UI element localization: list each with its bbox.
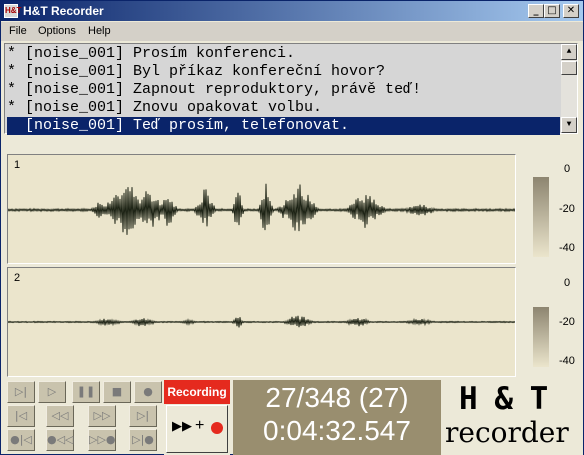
pause-button[interactable]: ❚❚ bbox=[72, 381, 100, 403]
fast-forward-icon: ▶▶ bbox=[172, 419, 192, 434]
record-button[interactable]: ● bbox=[134, 381, 162, 403]
next-and-record-button[interactable]: ▶▶ + bbox=[166, 405, 228, 453]
record-dot-icon bbox=[211, 422, 223, 434]
list-item[interactable]: * [noise_001] Zapnout reproduktory, práv… bbox=[7, 81, 560, 99]
skip-first-icon: |◁ bbox=[14, 409, 28, 422]
position-counter: 27/348 (27) 0:04:32.547 bbox=[233, 380, 441, 455]
db-label: 0 bbox=[564, 163, 571, 175]
logo-ht: H & T bbox=[459, 381, 548, 417]
db-label: 0 bbox=[564, 277, 571, 289]
play-all-icon: ▷| bbox=[14, 385, 28, 398]
db-label: -40 bbox=[559, 355, 575, 367]
list-item-selected[interactable]: [noise_001] Teď prosím, telefonovat. bbox=[7, 117, 560, 135]
waveform-2-graphic bbox=[8, 315, 515, 328]
waveform-channel-2[interactable]: 2 bbox=[7, 267, 516, 377]
first-button[interactable]: |◁ bbox=[7, 405, 35, 427]
play-all-button[interactable]: ▷| bbox=[7, 381, 35, 403]
scroll-thumb[interactable] bbox=[561, 61, 577, 75]
app-window: H&T H&T Recorder _ □ ✕ File Options Help… bbox=[0, 0, 584, 455]
next-marked-button[interactable]: ▷|● bbox=[129, 429, 157, 451]
waveform-channel-1[interactable]: 1 bbox=[7, 154, 516, 264]
marked-forward-icon: ▷▷● bbox=[89, 433, 116, 446]
db-label: -40 bbox=[559, 242, 575, 254]
level-meter-1 bbox=[533, 177, 549, 257]
waveform-1-graphic bbox=[8, 183, 515, 235]
scroll-up-arrow-icon[interactable]: ▲ bbox=[561, 44, 577, 60]
play-icon: ▷ bbox=[47, 385, 57, 398]
menu-file[interactable]: File bbox=[9, 25, 27, 37]
app-icon: H&T bbox=[4, 4, 21, 18]
rewind-icon: ◁◁ bbox=[51, 409, 69, 422]
rewind-button[interactable]: ◁◁ bbox=[46, 405, 74, 427]
ht-recorder-logo: H & T recorder bbox=[441, 380, 583, 455]
stop-icon: ■ bbox=[111, 385, 123, 398]
title-bar[interactable]: H&T H&T Recorder _ □ ✕ bbox=[1, 1, 583, 21]
utterance-list[interactable]: * [noise_001] Prosím konferenci. * [nois… bbox=[4, 43, 578, 135]
play-button[interactable]: ▷ bbox=[38, 381, 66, 403]
rewind-marked-button[interactable]: ●◁◁ bbox=[46, 429, 74, 451]
fast-forward-button[interactable]: ▷▷ bbox=[88, 405, 116, 427]
stop-button[interactable]: ■ bbox=[103, 381, 131, 403]
recording-label: Recording bbox=[164, 380, 230, 404]
skip-last-icon: ▷| bbox=[136, 409, 150, 422]
window-title: H&T Recorder bbox=[23, 4, 104, 18]
recording-panel: Recording ▶▶ + bbox=[164, 380, 230, 455]
close-button[interactable]: ✕ bbox=[563, 4, 579, 18]
record-circle-icon: ● bbox=[143, 385, 153, 398]
list-scrollbar[interactable]: ▲ ▼ bbox=[561, 44, 577, 133]
list-item[interactable]: * [noise_001] Byl příkaz konfereční hovo… bbox=[7, 63, 560, 81]
marked-prev-icon: ●|◁ bbox=[10, 433, 32, 446]
minimize-button[interactable]: _ bbox=[528, 4, 544, 18]
db-label: -20 bbox=[559, 316, 575, 328]
logo-recorder: recorder bbox=[445, 416, 569, 449]
menu-help[interactable]: Help bbox=[88, 25, 111, 37]
utterance-position: 27/348 (27) bbox=[265, 382, 409, 413]
level-meter-2 bbox=[533, 307, 549, 367]
maximize-button[interactable]: □ bbox=[544, 4, 560, 18]
menu-options[interactable]: Options bbox=[38, 25, 76, 37]
elapsed-time: 0:04:32.547 bbox=[263, 415, 411, 446]
last-button[interactable]: ▷| bbox=[129, 405, 157, 427]
list-item[interactable]: * [noise_001] Prosím konferenci. bbox=[7, 45, 560, 63]
list-item[interactable]: * [noise_001] Znovu opakovat volbu. bbox=[7, 99, 560, 117]
pause-icon: ❚❚ bbox=[76, 385, 96, 398]
fast-forward-icon: ▷▷ bbox=[93, 409, 111, 422]
marked-next-icon: ▷|● bbox=[132, 433, 154, 446]
db-label: -20 bbox=[559, 203, 575, 215]
prev-marked-button[interactable]: ●|◁ bbox=[7, 429, 35, 451]
forward-marked-button[interactable]: ▷▷● bbox=[88, 429, 116, 451]
plus-sign: + bbox=[195, 417, 205, 434]
scroll-down-arrow-icon[interactable]: ▼ bbox=[561, 117, 577, 133]
menu-bar: File Options Help bbox=[1, 22, 583, 41]
marked-rewind-icon: ●◁◁ bbox=[47, 433, 74, 446]
